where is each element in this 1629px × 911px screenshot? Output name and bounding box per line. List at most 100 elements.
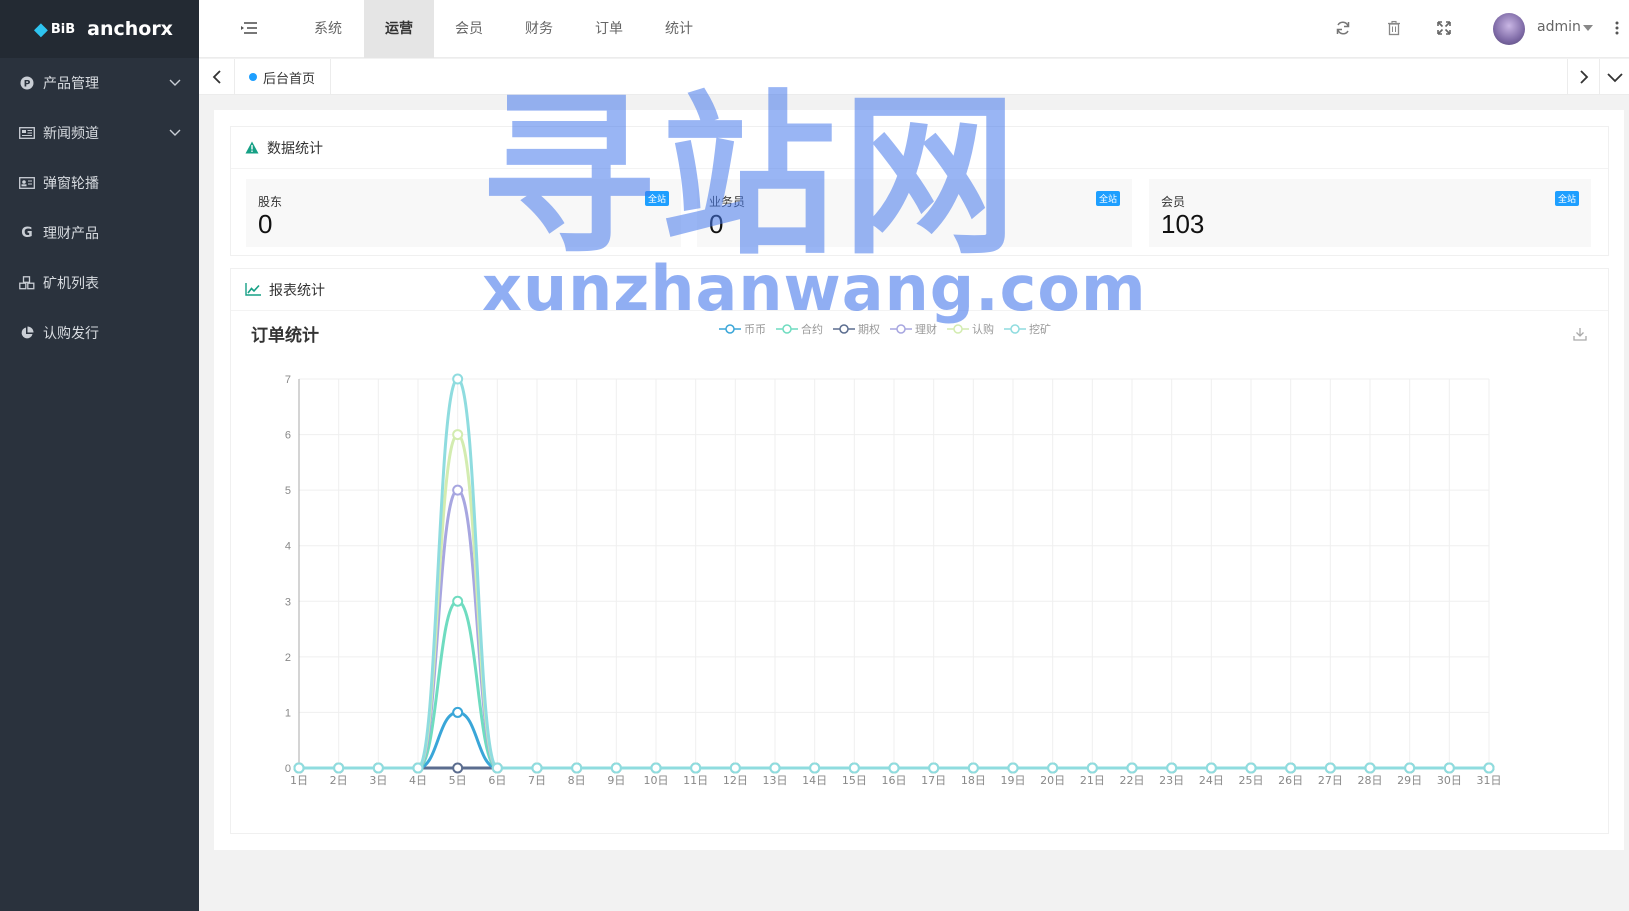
g-letter-icon: G	[21, 225, 33, 241]
sidebar-item-news[interactable]: 新闻频道	[0, 108, 199, 158]
x-tick-label: 16日	[882, 774, 907, 787]
x-tick-label: 28日	[1358, 774, 1383, 787]
x-tick-label: 18日	[961, 774, 986, 787]
x-tick-label: 1日	[290, 774, 308, 787]
tab-statistics[interactable]: 统计	[644, 0, 714, 58]
data-point	[967, 762, 979, 774]
sidebar-item-wealth-products[interactable]: G 理财产品	[0, 208, 199, 258]
tab-scroll-right-button[interactable]	[1567, 59, 1599, 95]
data-point	[1285, 762, 1297, 774]
data-point	[1443, 762, 1455, 774]
x-tick-label: 27日	[1318, 774, 1343, 787]
tab-finance[interactable]: 财务	[504, 0, 574, 58]
tab-options-button[interactable]	[1599, 59, 1629, 95]
sidebar-item-label: 弹窗轮播	[43, 176, 99, 192]
data-point	[1047, 762, 1059, 774]
trash-icon[interactable]	[1386, 20, 1402, 36]
data-point	[452, 706, 464, 718]
tab-members[interactable]: 会员	[434, 0, 504, 58]
menu-toggle-icon[interactable]	[241, 21, 257, 35]
tab-system[interactable]: 系统	[293, 0, 363, 58]
data-point	[1166, 762, 1178, 774]
download-icon[interactable]	[1572, 326, 1588, 342]
sidebar-item-miner-list[interactable]: 矿机列表	[0, 258, 199, 308]
data-point	[1007, 762, 1019, 774]
x-tick-label: 11日	[683, 774, 708, 787]
warning-icon	[245, 141, 259, 154]
caret-down-icon[interactable]	[1583, 25, 1593, 31]
stat-value: 0	[258, 209, 273, 239]
x-tick-label: 21日	[1080, 774, 1105, 787]
username[interactable]: admin	[1537, 19, 1581, 35]
x-tick-label: 12日	[723, 774, 748, 787]
data-point	[1086, 762, 1098, 774]
x-tick-label: 24日	[1199, 774, 1224, 787]
x-tick-label: 20日	[1040, 774, 1065, 787]
chart-title: 订单统计	[251, 326, 319, 346]
chevron-right-icon	[1580, 70, 1589, 84]
legend-marker-icon	[890, 324, 912, 334]
active-dot	[249, 73, 257, 81]
data-point	[372, 762, 384, 774]
x-tick-label: 19日	[1001, 774, 1026, 787]
data-point	[888, 762, 900, 774]
stat-label: 会员	[1161, 195, 1186, 209]
x-tick-label: 6日	[488, 774, 506, 787]
fullscreen-icon[interactable]	[1436, 20, 1452, 36]
more-vertical-icon[interactable]	[1615, 20, 1619, 36]
sidebar-menu: P 产品管理 新闻频道 弹窗轮播 G 理财产品 矿机列表 认购发行	[0, 58, 199, 358]
id-card-icon	[19, 175, 35, 191]
x-tick-label: 31日	[1477, 774, 1502, 787]
page-tab-home[interactable]: 后台首页	[235, 59, 332, 95]
tab-orders[interactable]: 订单	[574, 0, 644, 58]
sidebar-item-popup-carousel[interactable]: 弹窗轮播	[0, 158, 199, 208]
tab-scroll-left-button[interactable]	[199, 59, 235, 95]
newspaper-icon	[19, 125, 35, 141]
y-tick-label: 5	[285, 485, 291, 497]
data-point	[293, 762, 305, 774]
watermark-logo: 寻站网	[480, 76, 1023, 279]
brand[interactable]: ◆ BiB anchorx	[0, 0, 199, 58]
data-point	[809, 762, 821, 774]
sidebar-item-product-management[interactable]: P 产品管理	[0, 58, 199, 108]
x-tick-label: 4日	[409, 774, 427, 787]
logo-text: BiB	[50, 21, 76, 37]
x-tick-label: 8日	[568, 774, 586, 787]
sidebar: ◆ BiB anchorx P 产品管理 新闻频道 弹窗轮播 G 理财产品 矿机…	[0, 0, 199, 911]
refresh-icon[interactable]	[1335, 20, 1351, 36]
data-point	[928, 762, 940, 774]
x-tick-label: 29日	[1397, 774, 1422, 787]
x-tick-label: 10日	[644, 774, 669, 787]
x-tick-label: 2日	[330, 774, 348, 787]
data-point	[571, 762, 583, 774]
data-point	[1245, 762, 1257, 774]
y-tick-label: 2	[285, 652, 291, 664]
data-point	[452, 762, 464, 774]
page-tab-label: 后台首页	[263, 71, 316, 87]
sidebar-item-label: 理财产品	[43, 226, 99, 242]
data-point	[1364, 762, 1376, 774]
sidebar-item-label: 产品管理	[43, 76, 99, 92]
cubes-icon	[19, 275, 35, 291]
sidebar-item-label: 认购发行	[43, 326, 99, 342]
data-point	[333, 762, 345, 774]
sidebar-item-label: 矿机列表	[43, 276, 99, 292]
data-point	[452, 595, 464, 607]
legend-marker-icon	[719, 324, 741, 334]
avatar[interactable]	[1493, 13, 1525, 45]
chevron-down-icon	[1607, 73, 1623, 83]
sidebar-item-label: 新闻频道	[43, 126, 99, 142]
data-point	[452, 429, 464, 441]
order-line-chart: 012345671日 2日 3日 4日 5日 6日 7日 8日 9日 10日 11日 12日 13日 14…	[285, 373, 1502, 787]
data-point	[452, 373, 464, 385]
y-tick-label: 4	[285, 541, 291, 553]
x-tick-label: 17日	[921, 774, 946, 787]
stat-badge: 全站	[1554, 191, 1579, 206]
data-point	[531, 762, 543, 774]
sidebar-item-subscription-issue[interactable]: 认购发行	[0, 308, 199, 358]
tab-operations[interactable]: 运营	[364, 0, 434, 58]
stat-badge: 全站	[1095, 191, 1120, 206]
watermark-url: xunzhanwang.com	[482, 252, 1147, 325]
legend-marker-icon	[833, 324, 855, 334]
y-tick-label: 7	[285, 374, 291, 386]
